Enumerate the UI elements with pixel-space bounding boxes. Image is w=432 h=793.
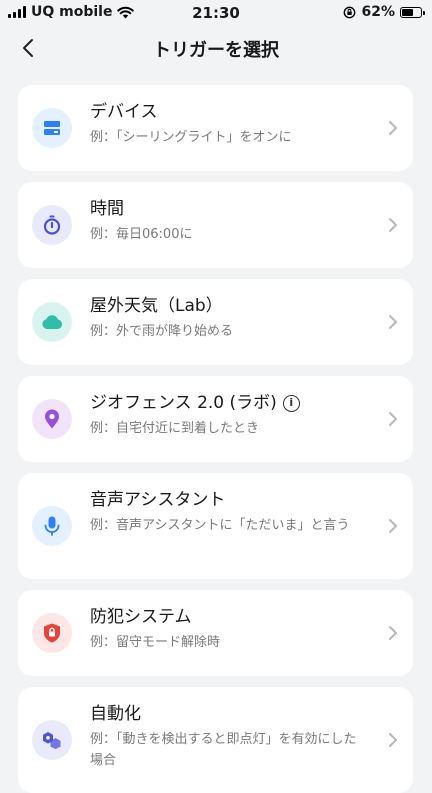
trigger-example: 例：外で雨が降り始める [90,324,234,339]
battery-icon [400,6,425,18]
trigger-title: 音声アシスタント [90,490,226,510]
trigger-example: 例：自宅付近に到着したとき [90,421,260,436]
trigger-time[interactable]: 時間 例：毎日06:00に [18,182,413,268]
microphone-icon-badge [32,506,72,546]
battery-percent: 62% [361,4,395,20]
trigger-title: 屋外天気（Lab） [90,296,223,316]
shield-lock-icon-badge [32,613,72,653]
chevron-right-icon [389,626,397,640]
trigger-voice-assistant[interactable]: 音声アシスタント 例：音声アシスタントに「ただいま」と言う [18,473,413,579]
trigger-text: ジオフェンス 2.0 (ラボ) i 例：自宅付近に到着したとき [90,392,365,439]
trigger-text: 屋外天気（Lab） 例：外で雨が降り始める [90,295,365,342]
chevron-right-icon [389,519,397,533]
battery-level [402,8,414,16]
cloud-icon [42,315,63,329]
automation-icon [43,732,61,749]
trigger-example: 例：「シーリングライト」をオンに [90,130,292,145]
header: トリガーを選択 [0,26,432,70]
status-bar: UQ mobile 21:30 62% [0,0,432,26]
location-pin-icon-badge [32,399,72,439]
chevron-right-icon [389,733,397,747]
trigger-text: 防犯システム 例：留守モード解除時 [90,606,365,653]
trigger-outdoor-weather[interactable]: 屋外天気（Lab） 例：外で雨が降り始める [18,279,413,365]
trigger-title-row: ジオフェンス 2.0 (ラボ) i [90,392,365,414]
trigger-title: 時間 [90,199,124,219]
trigger-example: 例：音声アシスタントに「ただいま」と言う [90,518,350,533]
trigger-example: 例：「動きを検出すると即点灯」を有効にした場合 [90,732,357,768]
shield-lock-icon [44,623,60,643]
trigger-text: 自動化 例：「動きを検出すると即点灯」を有効にした場合 [90,703,365,771]
page-title: トリガーを選択 [153,40,279,61]
location-pin-icon [45,409,59,429]
chevron-right-icon [389,315,397,329]
orientation-lock-icon [344,6,356,18]
trigger-device[interactable]: デバイス 例：「シーリングライト」をオンに [18,85,413,171]
automation-icon-badge [32,720,72,760]
trigger-geofence[interactable]: ジオフェンス 2.0 (ラボ) i 例：自宅付近に到着したとき [18,376,413,462]
chevron-right-icon [389,412,397,426]
status-right: 62% [343,4,425,20]
trigger-title: ジオフェンス 2.0 (ラボ) [90,393,277,413]
microphone-icon [44,516,60,536]
device-icon-badge [32,108,72,148]
device-icon [44,121,60,135]
timer-icon [43,215,61,235]
trigger-example: 例：留守モード解除時 [90,635,221,650]
trigger-title: デバイス [90,102,158,122]
info-icon[interactable]: i [282,394,300,412]
trigger-title: 防犯システム [90,607,192,627]
trigger-security-system[interactable]: 防犯システム 例：留守モード解除時 [18,590,413,676]
trigger-title: 自動化 [90,704,141,724]
trigger-text: デバイス 例：「シーリングライト」をオンに [90,101,365,148]
trigger-text: 時間 例：毎日06:00に [90,198,365,245]
trigger-automation[interactable]: 自動化 例：「動きを検出すると即点灯」を有効にした場合 [18,687,413,793]
trigger-example: 例：毎日06:00に [90,227,193,242]
chevron-right-icon [389,121,397,135]
cloud-icon-badge [32,302,72,342]
timer-icon-badge [32,205,72,245]
chevron-right-icon [389,218,397,232]
trigger-text: 音声アシスタント 例：音声アシスタントに「ただいま」と言う [90,489,365,536]
